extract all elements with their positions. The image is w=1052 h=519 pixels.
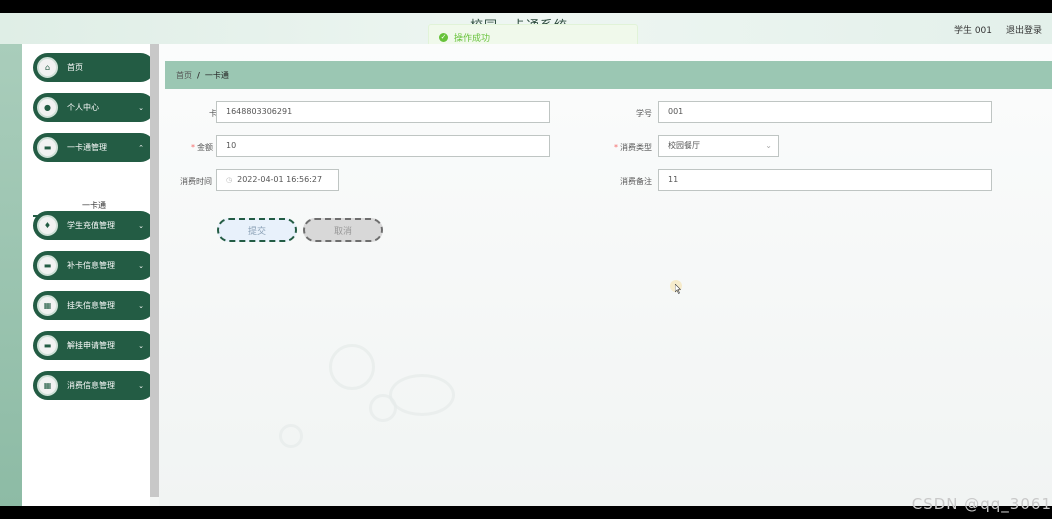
clock-icon: ◷ [226, 176, 233, 184]
chevron-down-icon: ⌄ [138, 261, 144, 270]
chevron-down-icon: ⌄ [138, 221, 144, 230]
student-no-field[interactable]: 001 [658, 101, 992, 123]
grid-icon: ▦ [37, 375, 58, 396]
grid-icon: ▦ [37, 295, 58, 316]
sidebar-scrollbar[interactable] [150, 44, 159, 497]
time-label: 消费时间 [180, 177, 212, 186]
background-decor [279, 424, 303, 448]
sidebar-item-reissue[interactable]: ▬ 补卡信息管理 ⌄ [33, 251, 155, 280]
check-circle-icon: ✓ [439, 32, 448, 42]
main-content: 首页 / 一卡通 卡号 1648803306291 学号 001 *金额 10 … [159, 44, 1052, 506]
type-select[interactable]: 校园餐厅 ⌄ [658, 135, 779, 157]
note-field[interactable]: 11 [658, 169, 992, 191]
logout-link[interactable]: 退出登录 [1006, 23, 1042, 36]
monitor-icon: ▬ [37, 335, 58, 356]
time-value: 2022-04-01 16:56:27 [237, 175, 323, 184]
time-picker[interactable]: ◷ 2022-04-01 16:56:27 [216, 169, 339, 191]
left-decor-strip [0, 44, 22, 506]
chevron-down-icon: ⌄ [138, 103, 144, 112]
sidebar-item-unlock-request[interactable]: ▬ 解挂申请管理 ⌄ [33, 331, 155, 360]
required-mark: * [614, 143, 618, 152]
sidebar-item-label: 一卡通管理 [67, 143, 107, 152]
monitor-icon: ▬ [37, 255, 58, 276]
amount-label-text: 金额 [197, 143, 213, 152]
watermark: CSDN @qq_3061 [911, 495, 1052, 513]
chevron-up-icon: ⌃ [138, 143, 144, 152]
sidebar-item-card-management[interactable]: ▬ 一卡通管理 ⌃ [33, 133, 155, 162]
home-icon: ⌂ [37, 57, 58, 78]
submit-button[interactable]: 提交 [217, 218, 297, 242]
chevron-down-icon: ⌄ [765, 141, 772, 150]
type-label-text: 消费类型 [620, 143, 652, 152]
app-screen: 校园一卡通系统 学生 001 退出登录 ✓ 操作成功 ⌂ 首页 ● 个人中心 ⌄… [0, 13, 1052, 506]
type-label: * 消费类型 [592, 142, 652, 153]
sidebar-item-profile[interactable]: ● 个人中心 ⌄ [33, 93, 155, 122]
cancel-button[interactable]: 取消 [303, 218, 383, 242]
sidebar-item-label: 个人中心 [67, 103, 99, 112]
sidebar-item-label: 首页 [67, 63, 83, 72]
toast-message: 操作成功 [454, 33, 491, 44]
monitor-icon: ▬ [37, 137, 58, 158]
amount-field[interactable]: 10 [216, 135, 550, 157]
sidebar: ⌂ 首页 ● 个人中心 ⌄ ▬ 一卡通管理 ⌃ 一卡通 ♦ 学生充值管理 ⌄ ▬… [22, 44, 155, 506]
chevron-down-icon: ⌄ [138, 381, 144, 390]
breadcrumb-separator: / [197, 70, 200, 80]
sidebar-item-label: 学生充值管理 [67, 221, 115, 230]
required-mark: * [191, 143, 195, 152]
sidebar-item-recharge[interactable]: ♦ 学生充值管理 ⌄ [33, 211, 155, 240]
pin-icon: ♦ [37, 215, 58, 236]
sidebar-item-label: 消费信息管理 [67, 381, 115, 390]
amount-label: * 金额 [153, 142, 213, 153]
sidebar-item-label: 补卡信息管理 [67, 261, 115, 270]
student-no-label: 学号 [636, 109, 652, 118]
user-info: 学生 001 [953, 26, 992, 36]
chevron-down-icon: ⌄ [138, 301, 144, 310]
background-decor [389, 374, 455, 416]
sidebar-item-label: 挂失信息管理 [67, 301, 115, 310]
user-icon: ● [37, 97, 58, 118]
background-decor [329, 344, 375, 390]
mouse-cursor-icon [675, 284, 681, 294]
breadcrumb-home[interactable]: 首页 [176, 70, 192, 81]
breadcrumb: 首页 / 一卡通 [165, 61, 1052, 89]
sidebar-item-loss-report[interactable]: ▦ 挂失信息管理 ⌄ [33, 291, 155, 320]
sidebar-item-home[interactable]: ⌂ 首页 [33, 53, 155, 82]
breadcrumb-current: 一卡通 [204, 70, 229, 80]
sidebar-item-consumption[interactable]: ▦ 消费信息管理 ⌄ [33, 371, 155, 400]
note-label: 消费备注 [620, 177, 652, 186]
sidebar-item-label: 解挂申请管理 [67, 341, 115, 350]
background-decor [369, 394, 397, 422]
chevron-down-icon: ⌄ [138, 341, 144, 350]
card-no-field[interactable]: 1648803306291 [216, 101, 550, 123]
type-select-value: 校园餐厅 [668, 141, 700, 150]
